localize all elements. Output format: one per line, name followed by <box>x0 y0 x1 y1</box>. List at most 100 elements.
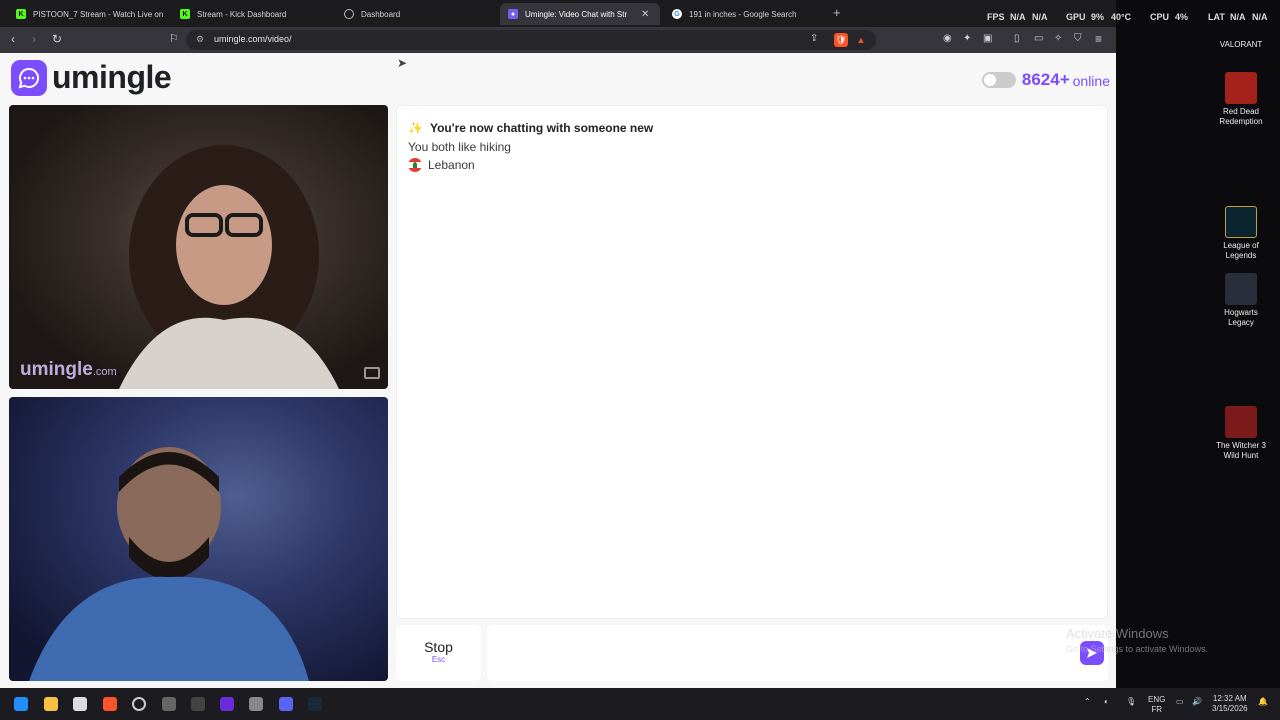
stranger-video: umingle.com <box>9 105 388 389</box>
clock-time: 12:32 AM <box>1212 694 1247 703</box>
address-bar[interactable]: ⚙ umingle.com/video/ ⇪ 🛡 ▲ <box>186 30 876 50</box>
desktop: K PISTOON_7 Stream - Watch Live on K K S… <box>0 0 1280 720</box>
mouse-cursor-icon: ➤ <box>397 56 408 70</box>
desktop-icon-red-dead[interactable]: Red Dead Redemption <box>1214 72 1268 127</box>
gpu-temp: 40°C <box>1111 12 1132 22</box>
store-icon[interactable] <box>73 697 87 711</box>
chat-panel: ✨ You're now chatting with someone new Y… <box>396 105 1108 619</box>
desktop-icon-witcher[interactable]: The Witcher 3 Wild Hunt <box>1214 406 1268 461</box>
clock[interactable]: 12:32 AM 3/15/2026 <box>1212 694 1248 714</box>
bookmark-icon[interactable]: ⚐ <box>169 32 179 46</box>
wallet-icon[interactable]: ▭ <box>1034 32 1043 46</box>
vpn-shield-icon[interactable]: ⛉ <box>1074 32 1082 46</box>
tab-kick-stream[interactable]: K PISTOON_7 Stream - Watch Live on K <box>8 3 166 25</box>
discord-icon[interactable] <box>279 697 293 711</box>
clock-date: 3/15/2026 <box>1212 704 1248 713</box>
brave-rewards-icon[interactable]: ▲ <box>854 33 868 47</box>
browser-window: K PISTOON_7 Stream - Watch Live on K K S… <box>0 0 1116 688</box>
sidebar-icon[interactable]: ▯ <box>1014 32 1020 46</box>
menu-icon[interactable]: ≡ <box>1095 32 1102 46</box>
watermark-suffix: .com <box>92 366 117 378</box>
new-tab-button[interactable]: + <box>833 5 841 20</box>
video-watermark: umingle.com <box>20 359 117 381</box>
media-icon[interactable]: ▣ <box>983 32 992 46</box>
steam-icon[interactable] <box>308 697 322 711</box>
sparkle-icon: ✨ <box>408 121 423 135</box>
umingle-icon: ● <box>508 9 518 19</box>
tab-google[interactable]: G 191 in inches - Google Search <box>664 3 824 25</box>
brand-name: umingle <box>52 59 172 95</box>
windows-start-icon[interactable] <box>14 697 28 711</box>
leo-icon[interactable]: ✧ <box>1054 32 1062 46</box>
nzxt-icon[interactable] <box>220 697 234 711</box>
stranger-figure <box>119 145 339 389</box>
tab-label: Stream - Kick Dashboard <box>197 9 287 19</box>
file-explorer-icon[interactable] <box>44 697 58 711</box>
lat-value-2: N/A <box>1252 12 1268 22</box>
stranger-country: Lebanon <box>408 158 475 172</box>
taskbar: ⌃ ◐ 🎙 ENG FR ▭ 🔊 12:32 AM 3/15/2026 🔔 <box>0 688 1280 720</box>
notification-bell-icon[interactable]: 🔔 <box>1258 697 1268 706</box>
extensions-icon[interactable]: ✦ <box>963 32 971 46</box>
desktop-icon-valorant[interactable]: VALORANT <box>1214 40 1268 50</box>
kick-icon: K <box>16 9 26 19</box>
report-flag-icon[interactable] <box>364 367 380 379</box>
app-icon-3[interactable] <box>249 697 263 711</box>
lat-label: LAT <box>1208 12 1225 22</box>
brave-icon[interactable] <box>103 697 117 711</box>
app-icon[interactable] <box>162 697 176 711</box>
activate-subtitle: Go to Settings to activate Windows. <box>1066 644 1209 654</box>
tray-app-icon[interactable]: ◐ <box>1104 697 1109 706</box>
share-icon[interactable]: ⇪ <box>810 32 818 46</box>
desktop-icon-label: VALORANT <box>1219 40 1263 49</box>
close-tab-icon[interactable]: ✕ <box>641 9 649 20</box>
microphone-icon[interactable]: 🎙 <box>1126 697 1136 706</box>
lang-top: ENG <box>1148 695 1166 704</box>
google-icon: G <box>672 9 682 19</box>
forward-icon[interactable]: › <box>32 32 36 46</box>
witcher-icon <box>1225 406 1257 438</box>
site-logo[interactable]: umingle <box>11 59 172 96</box>
tab-label: Dashboard <box>361 9 401 19</box>
vpn-icon[interactable]: ◉ <box>943 32 952 46</box>
gpu-label: GPU <box>1066 12 1086 22</box>
online-indicator: 8624+ online <box>981 70 1110 90</box>
desktop-icon-lol[interactable]: League of Legends <box>1214 206 1268 261</box>
chat-bubble-icon <box>11 59 47 96</box>
tab-label: 191 in inches - Google Search <box>689 9 797 19</box>
tab-umingle[interactable]: ● Umingle: Video Chat with Str ✕ <box>500 3 660 25</box>
stop-button[interactable]: Stop Esc <box>396 625 481 681</box>
network-icon[interactable]: ▭ <box>1176 697 1184 706</box>
stop-shortcut-hint: Esc <box>431 655 446 664</box>
volume-icon[interactable]: 🔊 <box>1192 697 1202 706</box>
fps-value: N/A <box>1010 12 1026 22</box>
tab-kick-dashboard[interactable]: K Stream - Kick Dashboard <box>172 3 332 25</box>
brave-shield-icon[interactable]: 🛡 <box>834 33 848 47</box>
app-icon-2[interactable] <box>191 697 205 711</box>
tab-label: Umingle: Video Chat with Str <box>525 9 628 19</box>
site-info-icon[interactable]: ⚙ <box>196 34 204 45</box>
activate-title: Activate Windows <box>1066 626 1169 641</box>
chat-system-message: ✨ You're now chatting with someone new <box>408 121 653 135</box>
chevron-up-icon[interactable]: ⌃ <box>1084 697 1091 706</box>
online-count: 8624+ <box>1021 70 1070 89</box>
reload-icon[interactable]: ↻ <box>52 32 62 46</box>
message-input[interactable] <box>487 625 1108 681</box>
back-icon[interactable]: ‹ <box>11 32 15 46</box>
stop-label: Stop <box>424 639 453 655</box>
red-dead-icon <box>1225 72 1257 104</box>
dark-mode-toggle[interactable] <box>981 72 1016 88</box>
gpu-value: 9% <box>1091 12 1105 22</box>
self-video <box>9 397 388 681</box>
obs-icon[interactable] <box>132 697 146 711</box>
kick-icon: K <box>180 9 190 19</box>
globe-icon <box>344 9 354 19</box>
cpu-value: 4% <box>1175 12 1189 22</box>
language-indicator[interactable]: ENG FR <box>1148 695 1165 715</box>
desktop-icon-label: League of Legends <box>1223 241 1259 260</box>
desktop-icon-label: Red Dead Redemption <box>1219 107 1263 126</box>
tab-dashboard[interactable]: Dashboard <box>336 3 496 25</box>
self-figure <box>29 447 309 681</box>
desktop-icon-hogwarts[interactable]: Hogwarts Legacy <box>1214 273 1268 328</box>
fps-value-2: N/A <box>1032 12 1048 22</box>
